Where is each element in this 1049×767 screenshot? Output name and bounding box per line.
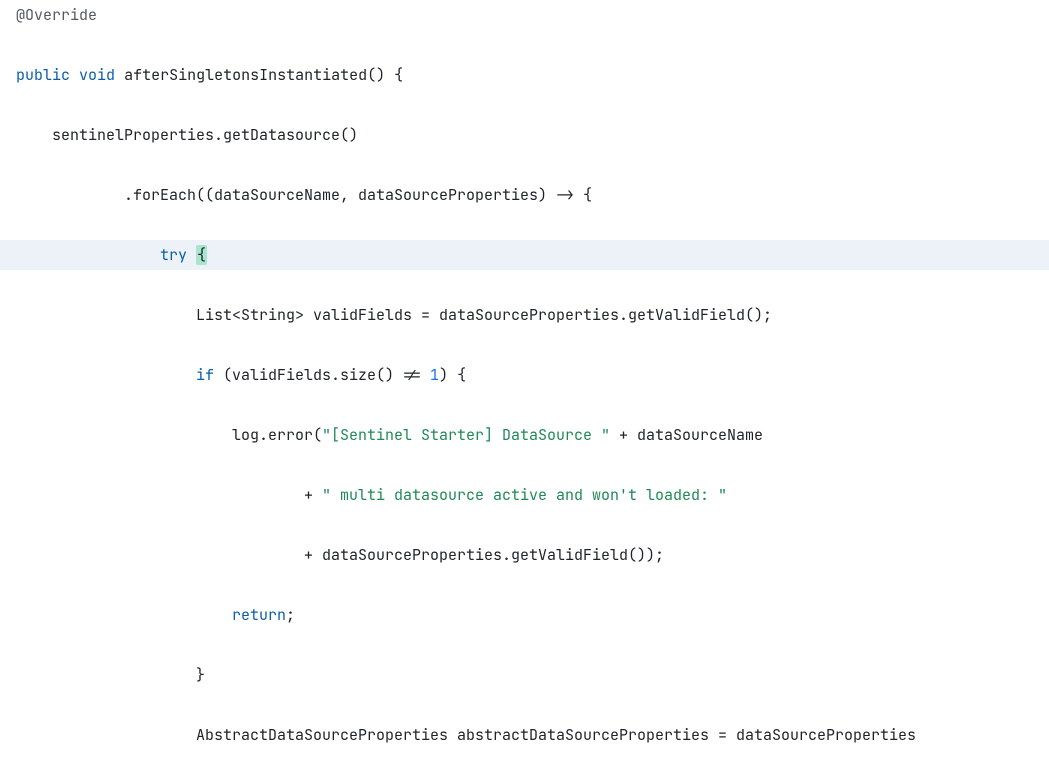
code-line: + dataSourceProperties.getValidField());	[0, 540, 1049, 570]
code-line: + " multi datasource active and won't lo…	[0, 480, 1049, 510]
code-line: sentinelProperties.getDatasource()	[0, 120, 1049, 150]
matching-brace-open: {	[196, 245, 207, 265]
code-line: @Override	[0, 0, 1049, 30]
code-line: .forEach((dataSourceName, dataSourceProp…	[0, 180, 1049, 210]
code-line: List<String> validFields = dataSourcePro…	[0, 300, 1049, 330]
code-line: if (validFields.size() != 1) {	[0, 360, 1049, 390]
code-line-highlighted: try {	[0, 240, 1049, 270]
code-line: log.error("[Sentinel Starter] DataSource…	[0, 420, 1049, 450]
code-line: return;	[0, 600, 1049, 630]
code-editor[interactable]: @Override public void afterSingletonsIns…	[0, 0, 1049, 767]
code-line: }	[0, 660, 1049, 690]
code-line: public void afterSingletonsInstantiated(…	[0, 60, 1049, 90]
code-line: AbstractDataSourceProperties abstractDat…	[0, 720, 1049, 750]
annotation-override: @Override	[16, 5, 97, 25]
